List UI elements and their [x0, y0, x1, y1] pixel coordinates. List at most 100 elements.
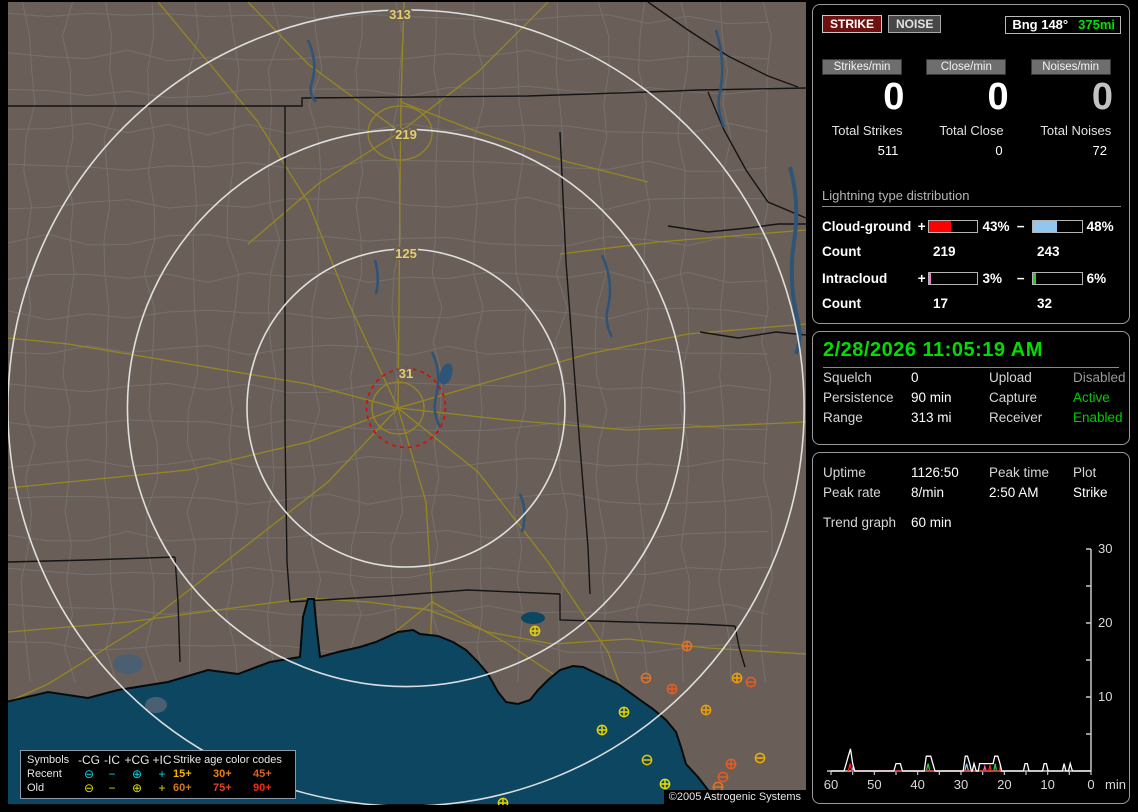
- legend-age-15: 15+: [173, 768, 192, 780]
- ic-plus-percent: 3%: [982, 271, 1002, 286]
- distribution-title: Lightning type distribution: [822, 188, 1121, 207]
- svg-text:30: 30: [954, 777, 968, 792]
- uptime-row: Uptime 1126:50 Peak time Plot: [823, 463, 1119, 483]
- ic-minus-percent: 6%: [1086, 271, 1107, 286]
- cg-minus-bar: [1032, 220, 1083, 233]
- trend-graph-label: Trend graph: [823, 515, 897, 530]
- upload-label: Upload: [989, 370, 1032, 385]
- svg-text:313: 313: [389, 7, 411, 22]
- noises-per-min-button[interactable]: Noises/min: [1030, 59, 1111, 75]
- legend-old-row: Old ⊖ − ⊕ + 60+ 75+ 90+: [27, 781, 289, 795]
- close-per-min-button[interactable]: Close/min: [926, 59, 1007, 75]
- rate-counters: Strikes/min Close/min Noises/min 0 0 0 T…: [822, 59, 1121, 158]
- positive-strike-symbol: [659, 778, 671, 790]
- intracloud-row: Intracloud + 3% − 6%: [822, 271, 1121, 286]
- circle-plus-icon: ⊕: [131, 781, 143, 795]
- plot-label: Plot: [1073, 465, 1097, 480]
- plus-sign: +: [917, 219, 926, 234]
- positive-strike-symbol: [618, 706, 630, 718]
- legend-col-pcg: +CG: [124, 753, 150, 767]
- lightning-map[interactable]: 313 219 125 31 Symbols -CG -IC +CG +IC Stri…: [8, 2, 806, 805]
- total-noises-value: 72: [1092, 143, 1107, 158]
- legend-age-90: 90+: [253, 782, 272, 794]
- svg-text:50: 50: [867, 777, 881, 792]
- peak-time-value: 2:50 AM: [989, 485, 1039, 500]
- svg-text:10: 10: [1098, 689, 1112, 704]
- legend-age-60: 60+: [173, 782, 192, 794]
- plus-icon: +: [158, 767, 166, 781]
- legend-recent-label: Recent: [27, 768, 62, 780]
- plot-mode-value: Strike: [1073, 485, 1108, 500]
- strike-counters-panel: STRIKE NOISE Bng 148° 375mi Strikes/min Cl…: [812, 4, 1130, 324]
- close-per-min-value: 0: [987, 76, 1009, 118]
- total-close-label: Total Close: [939, 123, 1004, 138]
- datetime-display: 2/28/2026 11:05:19 AM: [823, 339, 1119, 368]
- receiver-label: Receiver: [989, 410, 1043, 425]
- total-strikes-value: 511: [877, 143, 899, 158]
- trend-series-cg-minus: [851, 763, 970, 772]
- squelch-value: 0: [911, 370, 919, 385]
- noise-button[interactable]: NOISE: [888, 15, 942, 33]
- total-strikes-label: Total Strikes: [831, 123, 903, 138]
- svg-text:0: 0: [1087, 777, 1094, 792]
- cg-plus-percent: 43%: [982, 219, 1010, 234]
- ic-minus-bar: [1032, 272, 1083, 285]
- plus-sign: +: [917, 271, 926, 286]
- noises-per-min-value: 0: [1091, 76, 1113, 118]
- positive-strike-symbol: [529, 625, 541, 637]
- map-legend: Symbols -CG -IC +CG +IC Strike age color…: [20, 750, 296, 799]
- copyright-label: ©2005 Astrogenic Systems: [663, 790, 806, 805]
- map-canvas: 313 219 125 31: [8, 2, 806, 805]
- cloud-ground-count-row: Count 219 243: [822, 244, 1121, 259]
- cg-plus-count: 219: [933, 244, 956, 259]
- uptime-value: 1126:50: [911, 465, 959, 480]
- status-panel: 2/28/2026 11:05:19 AM Squelch 0 Upload D…: [812, 331, 1130, 445]
- persistence-label: Persistence: [823, 390, 894, 405]
- svg-text:31: 31: [399, 366, 413, 381]
- cg-plus-bar: [927, 220, 979, 233]
- bearing-range: 375mi: [1078, 17, 1115, 32]
- range-label: Range: [823, 410, 863, 425]
- persistence-row: Persistence 90 min Capture Active: [823, 388, 1119, 408]
- circle-plus-icon: ⊕: [131, 767, 143, 781]
- receiver-status: Enabled: [1073, 410, 1123, 425]
- uptime-label: Uptime: [823, 465, 866, 480]
- legend-age-45: 45+: [253, 768, 272, 780]
- minus-sign: −: [1016, 271, 1025, 286]
- legend-old-label: Old: [27, 782, 45, 794]
- strikes-per-min-value: 0: [883, 76, 905, 118]
- ic-plus-count: 17: [933, 296, 949, 311]
- lightning-distribution: Lightning type distribution Cloud-ground…: [822, 188, 1121, 311]
- peak-rate-value: 8/min: [911, 485, 945, 500]
- legend-header-row: Symbols -CG -IC +CG +IC Strike age color…: [27, 753, 289, 767]
- positive-strike-symbol: [681, 640, 693, 652]
- minus-icon: −: [108, 781, 116, 795]
- peak-rate-row: Peak rate 8/min 2:50 AM Strike: [823, 483, 1119, 503]
- count-label: Count: [822, 244, 861, 259]
- intracloud-label: Intracloud: [822, 271, 888, 286]
- count-label: Count: [822, 296, 861, 311]
- capture-label: Capture: [989, 390, 1038, 405]
- cg-minus-percent: 48%: [1086, 219, 1114, 234]
- range-value: 313 mi: [911, 410, 952, 425]
- strike-button[interactable]: STRIKE: [822, 15, 883, 33]
- trend-graph-row: Trend graph 60 min: [823, 513, 1119, 533]
- cloud-ground-label: Cloud-ground: [822, 219, 912, 234]
- trend-graph-window: 60 min: [911, 515, 952, 530]
- peak-rate-label: Peak rate: [823, 485, 881, 500]
- positive-strike-symbol: [725, 758, 737, 770]
- legend-symbols-label: Symbols: [27, 754, 70, 766]
- squelch-row: Squelch 0 Upload Disabled: [823, 368, 1126, 388]
- svg-text:30: 30: [1098, 541, 1112, 556]
- positive-strike-symbol: [666, 683, 678, 695]
- strikes-per-min-button[interactable]: Strikes/min: [822, 59, 902, 75]
- persistence-value: 90 min: [911, 390, 952, 405]
- cloud-ground-row: Cloud-ground + 43% − 48%: [822, 219, 1121, 234]
- range-row: Range 313 mi Receiver Enabled: [823, 408, 1123, 428]
- bearing-readout: Bng 148° 375mi: [1005, 16, 1121, 34]
- legend-col-nic: -IC: [104, 753, 120, 767]
- upload-status: Disabled: [1073, 370, 1126, 385]
- peak-time-label: Peak time: [989, 465, 1050, 480]
- positive-strike-symbol: [700, 704, 712, 716]
- svg-text:125: 125: [395, 246, 417, 261]
